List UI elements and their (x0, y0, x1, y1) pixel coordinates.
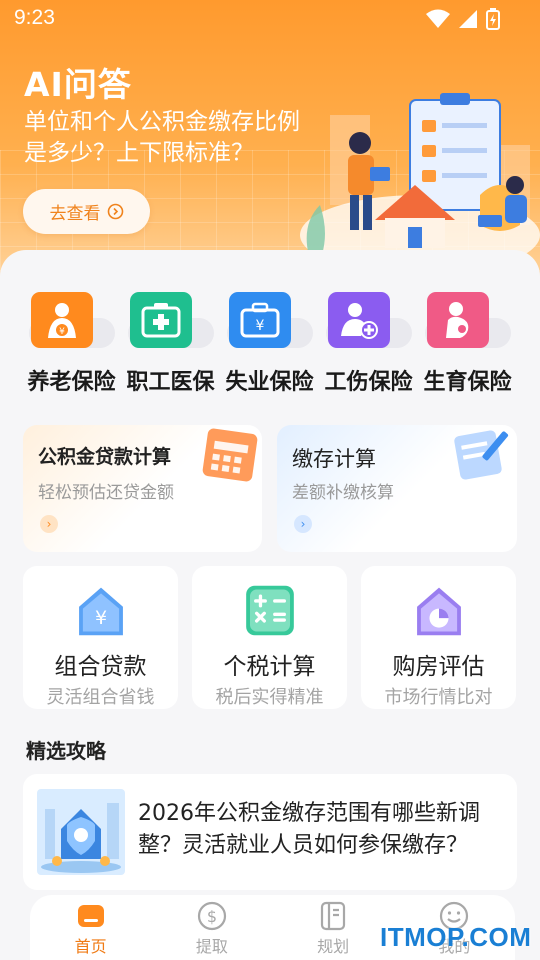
chevron-right-icon: › (294, 515, 312, 533)
tool-subtitle: 税后实得精准 (215, 687, 324, 708)
tool-title: 个税计算 (223, 654, 316, 680)
tab-plan[interactable]: 规划 (273, 895, 394, 960)
insurance-icon-wrap (325, 292, 412, 354)
calendar-calculator-icon (202, 428, 258, 482)
tab-home[interactable]: 首页 (30, 895, 151, 960)
svg-text:$: $ (207, 907, 217, 926)
dollar-coin-icon: $ (197, 901, 226, 931)
wifi-icon (426, 9, 450, 28)
tab-label: 提取 (195, 937, 228, 956)
tab-label: 首页 (74, 937, 107, 956)
watermark: ITMOP.COM (380, 922, 532, 952)
insurance-row: ¥ 养老保险 职工医保 ¥ 失业保险 工伤保险 生育保险 (0, 292, 540, 396)
house-chart-icon (416, 587, 461, 636)
tool-title: 购房评估 (392, 654, 485, 680)
home-icon (77, 905, 104, 927)
insurance-label: 职工医保 (126, 370, 215, 395)
briefcase-yuan-icon: ¥ (228, 292, 291, 348)
arrow-circle-icon (107, 203, 123, 220)
loan-calculator-card[interactable]: 公积金贷款计算 轻松预估还贷金额 › (23, 425, 262, 552)
insurance-label: 失业保险 (225, 370, 314, 395)
insurance-item-injury[interactable]: 工伤保险 (319, 292, 418, 396)
status-icons (426, 8, 500, 30)
insurance-label: 工伤保险 (324, 370, 413, 395)
view-button[interactable]: 去查看 (23, 189, 150, 234)
tool-subtitle: 市场行情比对 (384, 687, 493, 708)
hero-illustration (300, 93, 540, 260)
insurance-item-maternity[interactable]: 生育保险 (418, 292, 517, 396)
svg-text:¥: ¥ (255, 318, 264, 334)
calc-title: 公积金贷款计算 (38, 446, 172, 468)
tool-title: 组合贷款 (54, 654, 147, 680)
insurance-icon-wrap (127, 292, 214, 354)
article-title: 2026年公积金缴存范围有哪些新调整？灵活就业人员如何参保缴存？ (138, 801, 480, 858)
insurance-icon-wrap (424, 292, 511, 354)
injury-person-icon (327, 292, 390, 348)
signal-icon (459, 10, 477, 28)
insurance-item-medical[interactable]: 职工医保 (121, 292, 220, 396)
insurance-label: 生育保险 (423, 370, 512, 395)
insurance-label: 养老保险 (27, 370, 116, 395)
pregnancy-icon (426, 292, 489, 348)
notebook-icon (321, 901, 346, 931)
hero-subtitle: 单位和个人公积金缴存比例是多少？上下限标准？ (24, 109, 300, 166)
house-evaluation-card[interactable]: 购房评估 市场行情比对 (361, 566, 516, 709)
calc-subtitle: 轻松预估还贷金额 (38, 483, 174, 503)
house-yuan-icon: ¥ (78, 587, 123, 636)
tab-label: 规划 (317, 937, 350, 956)
calc-title: 缴存计算 (292, 447, 376, 471)
status-bar: 9:23 (0, 0, 540, 38)
status-time: 9:23 (14, 6, 55, 29)
insurance-icon-wrap: ¥ (28, 292, 115, 354)
view-button-label: 去查看 (49, 204, 101, 224)
combined-loan-card[interactable]: ¥ 组合贷款 灵活组合省钱 (23, 566, 178, 709)
battery-icon (486, 8, 500, 30)
section-title: 精选攻略 (24, 735, 106, 764)
insurance-item-pension[interactable]: ¥ 养老保险 (22, 292, 121, 396)
hero-title: AI问答 (24, 65, 132, 104)
document-pen-icon (454, 430, 509, 480)
chevron-right-icon: › (40, 515, 58, 533)
calculator-icon (245, 585, 294, 636)
svg-text:¥: ¥ (94, 607, 106, 629)
calc-subtitle: 差额补缴核算 (292, 483, 394, 503)
article-item[interactable]: 2026年公积金缴存范围有哪些新调整？灵活就业人员如何参保缴存？ (23, 774, 517, 890)
elderly-care-icon: ¥ (30, 292, 93, 348)
insurance-item-unemployment[interactable]: ¥ 失业保险 (220, 292, 319, 396)
tax-calculator-card[interactable]: 个税计算 税后实得精准 (192, 566, 347, 709)
tab-withdraw[interactable]: $ 提取 (151, 895, 272, 960)
article-thumbnail (37, 789, 125, 875)
insurance-icon-wrap: ¥ (226, 292, 313, 354)
contribution-calculator-card[interactable]: 缴存计算 差额补缴核算 › (277, 425, 517, 552)
tool-subtitle: 灵活组合省钱 (46, 687, 155, 708)
svg-text:¥: ¥ (59, 327, 65, 337)
medical-kit-icon (129, 292, 192, 348)
